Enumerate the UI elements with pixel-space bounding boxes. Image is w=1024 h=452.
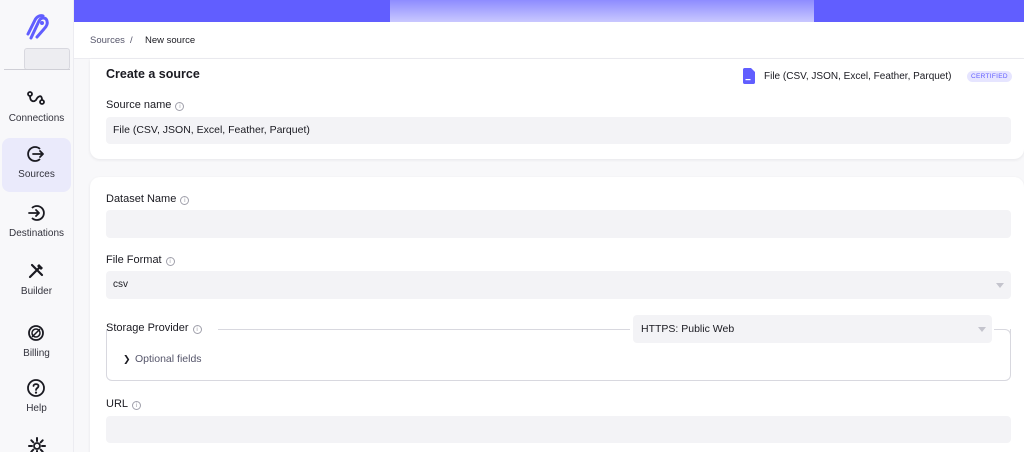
info-icon[interactable]: i — [132, 401, 142, 410]
top-banner-highlight — [390, 0, 814, 22]
destinations-icon — [28, 205, 45, 221]
dataset-name-input[interactable] — [106, 210, 1011, 238]
settings-icon[interactable] — [27, 436, 47, 452]
breadcrumb-separator: / — [130, 35, 133, 46]
url-input[interactable] — [106, 416, 1011, 443]
certified-badge: CERTIFIED — [967, 71, 1012, 82]
sidebar-item-label: Destinations — [8, 228, 65, 239]
page-title: Create a source — [106, 67, 200, 81]
sidebar-item-destinations[interactable]: Destinations — [2, 197, 71, 251]
airbyte-logo[interactable] — [22, 12, 52, 42]
file-format-value: csv — [113, 279, 128, 290]
file-connector-icon — [743, 68, 755, 84]
sources-icon — [27, 146, 44, 162]
url-label-text: URL — [106, 398, 129, 410]
chevron-right-icon[interactable]: ❯ — [123, 354, 131, 365]
builder-icon — [28, 263, 44, 279]
info-icon[interactable]: i — [175, 102, 185, 111]
source-name-label-text: Source name — [106, 99, 172, 111]
source-name-label: Source name i — [106, 99, 185, 111]
source-name-value: File (CSV, JSON, Excel, Feather, Parquet… — [113, 124, 310, 136]
breadcrumb-current: New source — [145, 35, 196, 46]
dataset-name-label-text: Dataset Name — [106, 193, 177, 205]
breadcrumb: Sources / New source — [74, 22, 1024, 59]
file-format-select[interactable]: csv — [106, 271, 1011, 299]
sidebar-item-label: Sources — [18, 169, 55, 180]
sidebar-item-label: Help — [26, 403, 47, 414]
billing-icon — [28, 325, 44, 341]
connector-name: File (CSV, JSON, Excel, Feather, Parquet… — [764, 71, 952, 82]
info-icon[interactable]: i — [180, 196, 190, 205]
chevron-down-icon — [996, 283, 1004, 288]
sidebar-item-sources[interactable]: Sources — [2, 138, 71, 192]
storage-provider-value: HTTPS: Public Web — [641, 323, 735, 335]
breadcrumb-sources-link[interactable]: Sources — [90, 35, 125, 46]
workspace-selector[interactable] — [24, 48, 70, 70]
sidebar-item-help[interactable]: Help — [2, 372, 71, 426]
url-label: URL i — [106, 398, 142, 410]
section-border-corner — [994, 329, 1011, 339]
sidebar-item-label: Connections — [8, 113, 65, 124]
sidebar-item-label: Builder — [20, 286, 53, 297]
source-name-input[interactable]: File (CSV, JSON, Excel, Feather, Parquet… — [106, 117, 1011, 144]
sidebar: Connections Sources Destinations Builder… — [0, 0, 74, 452]
connections-icon — [27, 91, 45, 105]
optional-fields-toggle[interactable]: Optional fields — [135, 353, 202, 365]
help-icon — [27, 379, 45, 397]
top-banner — [74, 0, 1024, 22]
sidebar-item-label: Billing — [23, 348, 50, 359]
storage-provider-select[interactable]: HTTPS: Public Web — [633, 315, 992, 343]
chevron-down-icon — [978, 327, 986, 332]
sidebar-item-builder[interactable]: Builder — [2, 255, 71, 309]
sidebar-item-billing[interactable]: Billing — [2, 317, 71, 371]
file-format-label-text: File Format — [106, 254, 162, 266]
sidebar-item-connections[interactable]: Connections — [2, 82, 71, 136]
dataset-name-label: Dataset Name i — [106, 193, 190, 205]
info-icon[interactable]: i — [165, 257, 175, 266]
file-format-label: File Format i — [106, 254, 175, 266]
sidebar-divider — [4, 69, 70, 70]
